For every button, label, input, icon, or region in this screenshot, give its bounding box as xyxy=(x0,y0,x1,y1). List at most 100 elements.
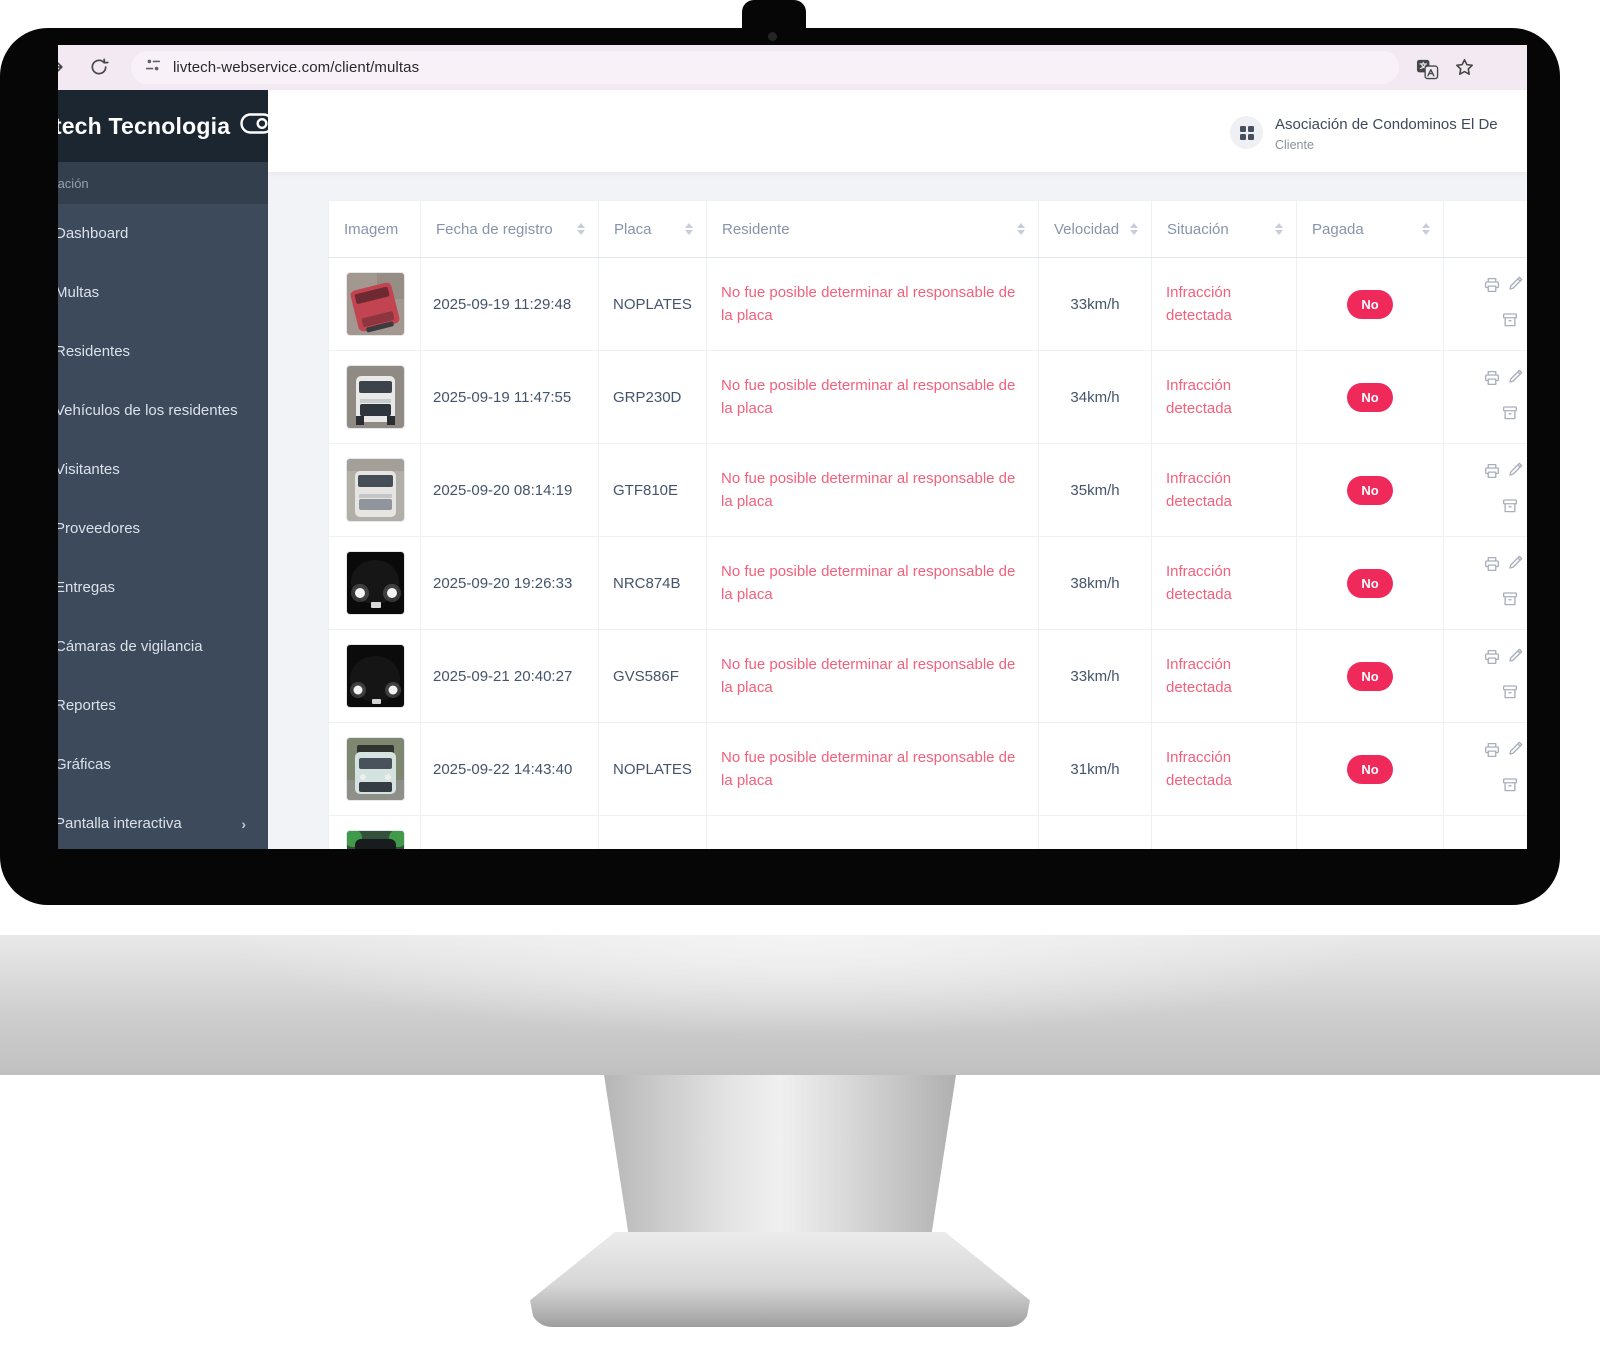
sidebar-item-dashboard[interactable]: Dashboard xyxy=(58,204,268,263)
cell-plate xyxy=(599,816,707,850)
cell-situation: Infracción detectada xyxy=(1152,258,1297,351)
cell-resident: No fue posible determinar al responsable… xyxy=(707,537,1039,630)
column-header-pagada[interactable]: Pagada xyxy=(1297,201,1444,258)
paid-status-badge: No xyxy=(1347,569,1392,598)
column-header-fecha-de-registro[interactable]: Fecha de registro xyxy=(421,201,599,258)
archive-icon[interactable] xyxy=(1501,497,1519,515)
archive-icon[interactable] xyxy=(1501,404,1519,422)
print-icon[interactable] xyxy=(1483,462,1501,480)
bookmark-star-icon[interactable] xyxy=(1454,57,1475,83)
sort-icon[interactable] xyxy=(685,223,693,235)
cell-resident: No fue posible determinar al responsable… xyxy=(707,444,1039,537)
cell-speed xyxy=(1039,816,1152,850)
vehicle-photo-night-headlights-1[interactable] xyxy=(346,551,405,615)
vehicle-photo-white-suv-day[interactable] xyxy=(346,365,405,429)
app-main: Livtech Tecnologia Navegación DashboardM… xyxy=(58,90,1527,849)
archive-icon[interactable] xyxy=(1501,311,1519,329)
archive-icon[interactable] xyxy=(1501,590,1519,608)
edit-icon[interactable] xyxy=(1507,274,1525,292)
archive-icon[interactable] xyxy=(1501,776,1519,794)
print-icon[interactable] xyxy=(1483,741,1501,759)
top-header: Asociación de Condominos El De Cliente xyxy=(268,90,1527,172)
vehicle-photo-teal-suv-roofrack[interactable] xyxy=(346,737,405,801)
site-settings-icon[interactable] xyxy=(144,56,162,79)
browser-toolbar: livtech-webservice.com/client/multas xyxy=(58,45,1527,90)
cell-paid: No xyxy=(1297,444,1444,537)
sidebar-menu: DashboardMultas Residentes Vehículos de lo… xyxy=(58,204,268,849)
cell-plate: NOPLATES xyxy=(599,258,707,351)
cell-actions xyxy=(1444,258,1528,351)
fines-table-wrap: Imagem Fecha de registro Placa ResidenteVel… xyxy=(328,200,1527,849)
reload-icon[interactable] xyxy=(89,57,109,82)
forward-arrow-icon[interactable] xyxy=(58,57,66,82)
client-name: Asociación de Condominos El De xyxy=(1275,116,1498,133)
cell-actions xyxy=(1444,351,1528,444)
vehicle-photo-red-pickup-day[interactable] xyxy=(346,272,405,336)
paid-status-badge: No xyxy=(1347,383,1392,412)
translate-icon[interactable] xyxy=(1416,57,1439,85)
monitor-stand-base xyxy=(530,1232,1030,1327)
url-text: livtech-webservice.com/client/multas xyxy=(173,59,419,76)
cell-image xyxy=(329,537,421,630)
column-header-actions xyxy=(1444,201,1528,258)
sidebar-item-graficas[interactable]: Gráficas xyxy=(58,735,268,794)
sidebar-item-multas[interactable]: Multas xyxy=(58,263,268,322)
client-account[interactable]: Asociación de Condominos El De Cliente xyxy=(1230,116,1498,152)
sidebar-item-vehiculos-de-los-residentes[interactable]: Vehículos de los residentes xyxy=(58,381,268,440)
column-header-residente[interactable]: Residente xyxy=(707,201,1039,258)
sidebar-item-entregas[interactable]: Entregas xyxy=(58,558,268,617)
sidebar-item-label: Proveedores xyxy=(58,520,140,537)
sidebar-item-camaras-de-vigilancia[interactable]: Cámaras de vigilancia xyxy=(58,617,268,676)
sort-icon[interactable] xyxy=(1275,223,1283,235)
edit-icon[interactable] xyxy=(1507,367,1525,385)
cell-plate: GVS586F xyxy=(599,630,707,723)
table-row: 2025-09-20 19:26:33NRC874BNo fue posible… xyxy=(329,537,1528,630)
column-label: Placa xyxy=(614,221,652,238)
cell-speed: 33km/h xyxy=(1039,258,1152,351)
column-header-velocidad[interactable]: Velocidad xyxy=(1039,201,1152,258)
table-row: 2025-09-22 14:43:40NOPLATESNo fue posibl… xyxy=(329,723,1528,816)
print-icon[interactable] xyxy=(1483,369,1501,387)
sidebar-item-label: Residentes xyxy=(58,343,130,360)
edit-icon[interactable] xyxy=(1507,646,1525,664)
sidebar-item-label: Gráficas xyxy=(58,756,111,773)
url-bar[interactable]: livtech-webservice.com/client/multas xyxy=(131,51,1399,84)
cell-speed: 34km/h xyxy=(1039,351,1152,444)
sort-icon[interactable] xyxy=(1130,223,1138,235)
webcam-dot xyxy=(768,32,777,41)
table-body: 2025-09-19 11:29:48NOPLATESNo fue posibl… xyxy=(329,258,1528,850)
cell-date: 2025-09-21 20:40:27 xyxy=(421,630,599,723)
vehicle-photo-dark-vehicle-partial[interactable] xyxy=(346,830,405,849)
print-icon[interactable] xyxy=(1483,555,1501,573)
vehicle-photo-night-headlights-2[interactable] xyxy=(346,644,405,708)
sidebar-brand[interactable]: Livtech Tecnologia xyxy=(58,90,268,162)
sidebar-item-visitantes[interactable]: Visitantes xyxy=(58,440,268,499)
sidebar-item-residentes[interactable]: Residentes xyxy=(58,322,268,381)
cell-date: 2025-09-22 14:43:40 xyxy=(421,723,599,816)
vehicle-photo-white-pickup-day[interactable] xyxy=(346,458,405,522)
cell-situation: Infracción detectada xyxy=(1152,444,1297,537)
client-role: Cliente xyxy=(1275,138,1498,152)
sort-icon[interactable] xyxy=(577,223,585,235)
edit-icon[interactable] xyxy=(1507,553,1525,571)
sidebar-item-reportes[interactable]: Reportes xyxy=(58,676,268,735)
print-icon[interactable] xyxy=(1483,648,1501,666)
sort-icon[interactable] xyxy=(1017,223,1025,235)
edit-icon[interactable] xyxy=(1507,460,1525,478)
sidebar-item-proveedores[interactable]: Proveedores xyxy=(58,499,268,558)
column-header-placa[interactable]: Placa xyxy=(599,201,707,258)
column-label: Imagem xyxy=(344,221,398,238)
print-icon[interactable] xyxy=(1483,276,1501,294)
sidebar-item-label: Entregas xyxy=(58,579,115,596)
edit-icon[interactable] xyxy=(1507,739,1525,757)
cell-resident: No fue posible determinar al responsable… xyxy=(707,723,1039,816)
column-header-situacion[interactable]: Situación xyxy=(1152,201,1297,258)
archive-icon[interactable] xyxy=(1501,683,1519,701)
sidebar-item-pantalla-interactiva[interactable]: Pantalla interactiva› xyxy=(58,794,268,849)
sort-icon[interactable] xyxy=(1422,223,1430,235)
cell-paid: No xyxy=(1297,258,1444,351)
sidebar-item-label: Cámaras de vigilancia xyxy=(58,638,203,655)
cell-paid: No xyxy=(1297,537,1444,630)
table-header-row: Imagem Fecha de registro Placa ResidenteVel… xyxy=(329,201,1528,258)
cell-date: 2025-09-19 11:47:55 xyxy=(421,351,599,444)
